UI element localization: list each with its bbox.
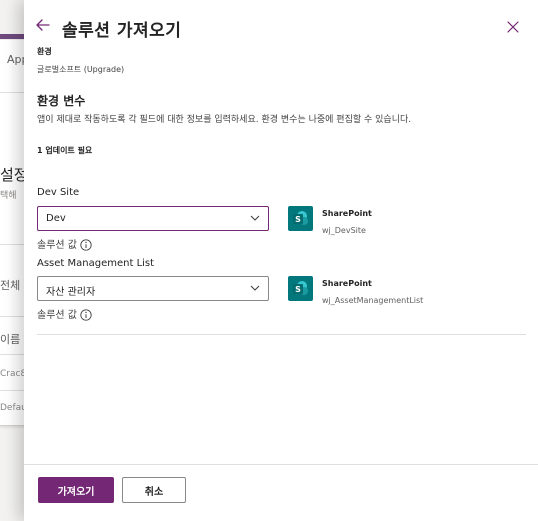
chevron-down-icon [250, 215, 260, 221]
connector-reference: wj_AssetManagementList [322, 296, 424, 305]
import-button[interactable]: 가져오기 [38, 477, 114, 503]
dev-site-selected-value: Dev [46, 213, 66, 224]
connector-reference: wj_DevSite [322, 226, 366, 235]
solution-value-label: 솔루션 값 [37, 310, 77, 321]
dev-site-solution-value: 솔루션 값 [37, 236, 92, 251]
panel-title: 솔루션 가져오기 [62, 21, 182, 41]
dev-site-label: Dev Site [37, 187, 80, 198]
sharepoint-icon: S [288, 276, 313, 301]
svg-text:S: S [295, 215, 301, 224]
environment-value: 글로벌소프트 (Upgrade) [37, 65, 125, 74]
section-title: 환경 변수 [37, 94, 86, 108]
panel-header: 솔루션 가져오기 [24, 0, 538, 44]
sharepoint-icon: S [288, 206, 313, 231]
background-filter[interactable]: 전체 [0, 277, 20, 293]
asset-management-list-selected-value: 자산 관리자 [46, 287, 96, 298]
asset-management-list-solution-value: 솔루션 값 [37, 306, 92, 321]
connector-name: SharePoint [322, 209, 372, 218]
cancel-button[interactable]: 취소 [122, 477, 186, 503]
section-divider [37, 334, 526, 335]
update-needed-count: 1 업데이트 필요 [37, 146, 93, 155]
import-solution-panel: 솔루션 가져오기 환경 글로벌소프트 (Upgrade) 환경 변수 앱이 제대… [24, 0, 538, 521]
info-icon[interactable] [80, 239, 92, 251]
asset-management-list-label: Asset Management List [37, 258, 155, 269]
solution-value-label: 솔루션 값 [37, 240, 77, 251]
environment-label: 환경 [37, 47, 52, 56]
svg-text:S: S [295, 285, 301, 294]
info-icon[interactable] [80, 309, 92, 321]
asset-management-list-dropdown[interactable]: 자산 관리자 [37, 276, 269, 301]
chevron-down-icon [250, 285, 260, 291]
arrow-left-icon[interactable] [35, 17, 51, 33]
background-name-column: 이름 [0, 333, 21, 346]
section-description: 앱이 제대로 작동하도록 각 필드에 대한 정보를 입력하세요. 환경 변수는 … [37, 115, 412, 125]
close-icon[interactable] [507, 21, 519, 33]
background-row-1[interactable]: Crac8 [0, 369, 26, 379]
background-row-2[interactable]: Defau [0, 403, 27, 413]
footer-divider [24, 464, 538, 465]
dev-site-dropdown[interactable]: Dev [37, 206, 269, 231]
background-select-hint: 택해 [0, 191, 17, 201]
connector-name: SharePoint [322, 279, 372, 288]
